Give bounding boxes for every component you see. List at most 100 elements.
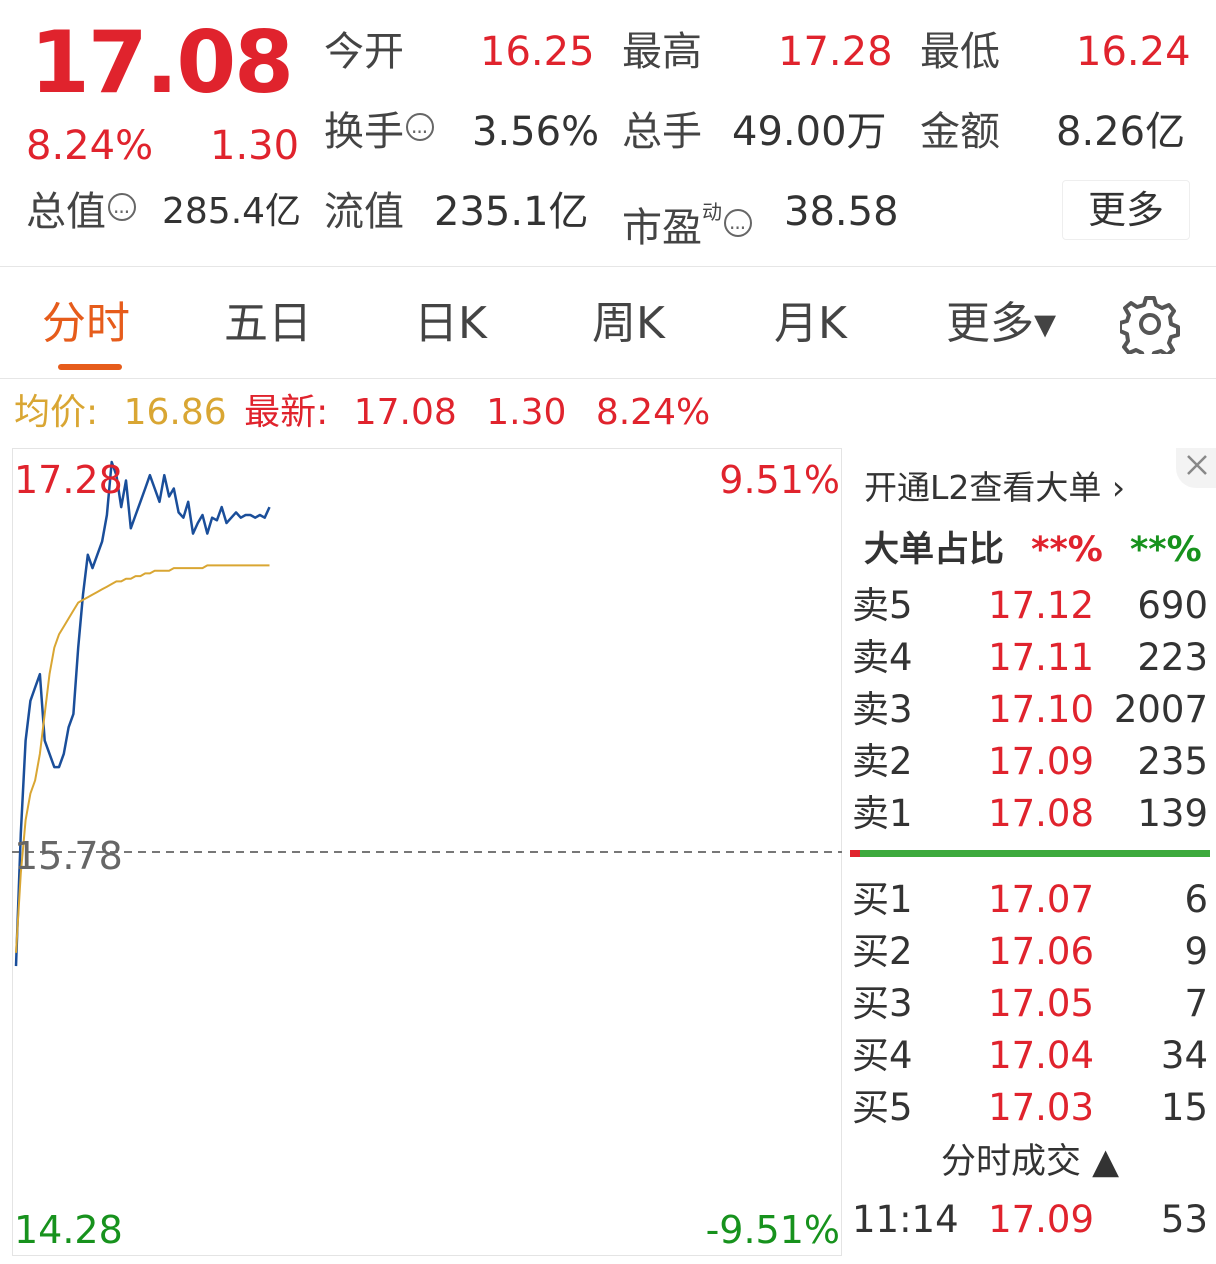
gear-icon[interactable]: [1118, 294, 1180, 362]
ask-label: 卖3: [852, 688, 913, 731]
turnover-value: 3.56%: [472, 109, 600, 155]
ask-label: 卖2: [852, 740, 913, 783]
y-mid-label: 15.78: [14, 834, 123, 878]
latest-change-pct: 8.24%: [595, 392, 711, 433]
low-label: 最低: [920, 29, 1000, 75]
ask-row: 卖2 17.09 235: [852, 736, 1208, 788]
tick-row: 11:14 17.09 53: [852, 1194, 1208, 1246]
tab-more[interactable]: 更多▾: [946, 292, 1056, 356]
bid-volume: 7: [1184, 982, 1208, 1025]
mktcap-value: 285.4亿: [162, 191, 302, 232]
ask-volume: 2007: [1113, 688, 1208, 731]
turnover-label[interactable]: 换手: [324, 104, 434, 160]
price-summary-bar: 均价: 16.86 最新: 17.08 1.30 8.24%: [14, 386, 710, 440]
price-line: [14, 460, 271, 967]
sell-ratio-fill: [850, 850, 860, 857]
amount-label: 金额: [920, 109, 1000, 155]
ask-volume: 223: [1137, 636, 1208, 679]
high-value: 17.28: [778, 29, 893, 75]
bid-price: 17.04: [988, 1034, 1094, 1077]
tick-trades-toggle[interactable]: 分时成交 ▲: [850, 1136, 1210, 1188]
tab-five-day[interactable]: 五日: [224, 292, 312, 356]
high-label: 最高: [622, 29, 702, 75]
float-label: 流值: [324, 189, 404, 235]
big-order-label: 大单占比: [864, 530, 1005, 570]
bid-price: 17.06: [988, 930, 1094, 973]
volume-value: 49.00万: [732, 109, 887, 155]
turnover-label-text: 换手: [324, 109, 404, 155]
pct-max-label: 9.51%: [719, 458, 840, 502]
volume-label: 总手: [622, 109, 702, 155]
ask-volume: 690: [1137, 584, 1208, 627]
float-value: 235.1亿: [434, 189, 589, 235]
bid-row: 买1 17.07 6: [852, 874, 1208, 926]
change-amount: 1.30: [210, 123, 300, 169]
y-max-label: 17.28: [14, 458, 123, 502]
ask-price: 17.11: [988, 636, 1094, 679]
tick-time: 11:14: [852, 1198, 959, 1241]
bid-row: 买3 17.05 7: [852, 978, 1208, 1030]
tab-monthly-k[interactable]: 月K: [774, 292, 847, 356]
avg-price-label: 均价:: [14, 392, 99, 433]
ask-price: 17.12: [988, 584, 1094, 627]
big-order-ratio: 大单占比 **% **%: [864, 524, 1202, 576]
pct-min-label: -9.51%: [705, 1208, 840, 1252]
bid-volume: 15: [1160, 1086, 1208, 1129]
open-value: 16.25: [480, 29, 595, 75]
bid-label: 买4: [852, 1034, 913, 1077]
pe-label[interactable]: 市盈动: [622, 184, 752, 256]
bid-row: 买4 17.04 34: [852, 1030, 1208, 1082]
ask-price: 17.10: [988, 688, 1094, 731]
divider: [0, 378, 1216, 379]
ask-row: 卖1 17.08 139: [852, 788, 1208, 840]
bid-label: 买1: [852, 878, 913, 921]
open-label: 今开: [324, 29, 404, 75]
bid-label: 买2: [852, 930, 913, 973]
tab-weekly-k[interactable]: 周K: [592, 292, 665, 356]
latest-change: 1.30: [486, 392, 567, 433]
ask-price: 17.09: [988, 740, 1094, 783]
bid-label: 买5: [852, 1086, 913, 1129]
ask-label: 卖5: [852, 584, 913, 627]
ask-label: 卖4: [852, 636, 913, 679]
pe-value: 38.58: [784, 189, 899, 235]
active-tab-indicator: [58, 364, 122, 370]
bid-label: 买3: [852, 982, 913, 1025]
ask-volume: 139: [1137, 792, 1208, 835]
amount-value: 8.26亿: [1056, 109, 1186, 155]
bid-price: 17.03: [988, 1086, 1094, 1129]
change-percent: 8.24%: [26, 123, 154, 169]
info-icon[interactable]: [406, 104, 434, 160]
latest-value: 17.08: [353, 392, 457, 433]
bid-volume: 34: [1160, 1034, 1208, 1077]
close-icon[interactable]: [1176, 448, 1216, 488]
divider: [0, 266, 1216, 267]
bid-row: 买5 17.03 15: [852, 1082, 1208, 1134]
tab-daily-k[interactable]: 日K: [414, 292, 487, 356]
more-button[interactable]: 更多: [1062, 180, 1190, 240]
tab-intraday[interactable]: 分时: [42, 292, 130, 356]
tick-price: 17.09: [988, 1198, 1094, 1241]
ask-row: 卖4 17.11 223: [852, 632, 1208, 684]
pe-dynamic-mark: 动: [702, 200, 722, 224]
ask-label: 卖1: [852, 792, 913, 835]
info-icon[interactable]: [724, 200, 752, 256]
avg-price-value: 16.86: [123, 392, 227, 433]
ask-row: 卖5 17.12 690: [852, 580, 1208, 632]
buy-sell-ratio-bar: [850, 850, 1210, 857]
ask-volume: 235: [1137, 740, 1208, 783]
ask-row: 卖3 17.10 2007: [852, 684, 1208, 736]
intraday-chart[interactable]: [12, 448, 842, 1256]
latest-label: 最新:: [244, 392, 329, 433]
l2-upsell-link[interactable]: 开通L2查看大单 ›: [864, 464, 1125, 512]
bid-volume: 9: [1184, 930, 1208, 973]
ask-price: 17.08: [988, 792, 1094, 835]
bid-price: 17.07: [988, 878, 1094, 921]
mktcap-label-text: 总值: [26, 189, 106, 235]
big-order-red: **%: [1031, 530, 1103, 570]
mktcap-label[interactable]: 总值: [26, 184, 136, 240]
bid-row: 买2 17.06 9: [852, 926, 1208, 978]
low-value: 16.24: [1076, 29, 1191, 75]
info-icon[interactable]: [108, 184, 136, 240]
pe-label-text: 市盈: [622, 205, 702, 251]
